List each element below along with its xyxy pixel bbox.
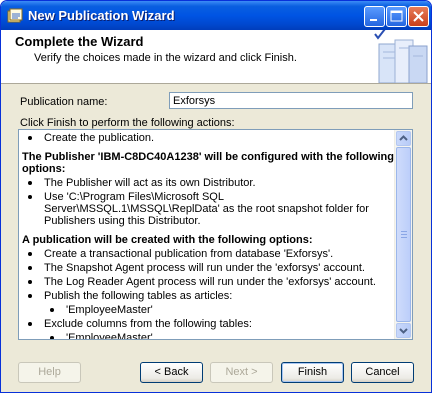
chevron-up-icon xyxy=(399,135,408,141)
minimize-icon xyxy=(370,19,377,21)
actions-section-heading: The Publisher 'IBM-C8DC40A1238' will be … xyxy=(22,151,394,175)
title-bar[interactable]: New Publication Wizard xyxy=(1,1,431,30)
actions-content: Create the publication. The Publisher 'IB… xyxy=(19,130,396,339)
action-item: 'EmployeeMaster' xyxy=(22,304,394,316)
wizard-icon[interactable] xyxy=(7,8,23,24)
action-item: Create a transactional publication from … xyxy=(22,248,394,260)
checklist-books-icon xyxy=(374,30,428,83)
help-button[interactable]: Help xyxy=(18,362,81,383)
scroll-up-button[interactable] xyxy=(396,131,411,146)
action-item: 'EmployeeMaster' xyxy=(22,332,394,339)
bullet-icon xyxy=(28,252,32,256)
next-button[interactable]: Next > xyxy=(210,362,273,383)
close-button[interactable] xyxy=(408,6,429,27)
action-text: Create the publication. xyxy=(44,132,155,144)
action-item: Create the publication. xyxy=(22,132,394,144)
action-text: Use 'C:\Program Files\Microsoft SQL Serv… xyxy=(44,191,369,227)
bullet-icon xyxy=(50,308,54,312)
action-text: The Publisher 'IBM-C8DC40A1238' will be … xyxy=(22,151,394,175)
close-icon xyxy=(413,11,424,22)
wizard-window: New Publication Wizard Complete the Wiza… xyxy=(0,0,432,393)
cancel-button[interactable]: Cancel xyxy=(351,362,414,383)
finish-button[interactable]: Finish xyxy=(281,362,344,383)
bullet-icon xyxy=(28,322,32,326)
action-item: The Publisher will act as its own Distri… xyxy=(22,177,394,189)
bullet-icon xyxy=(28,136,32,140)
page-subtitle: Verify the choices made in the wizard an… xyxy=(34,52,297,64)
window-title: New Publication Wizard xyxy=(28,8,175,23)
action-item: Publish the following tables as articles… xyxy=(22,290,394,302)
bullet-icon xyxy=(28,294,32,298)
publication-name-input[interactable] xyxy=(169,92,413,109)
chevron-down-icon xyxy=(399,328,408,334)
action-item: Exclude columns from the following table… xyxy=(22,318,394,330)
scroll-down-button[interactable] xyxy=(396,323,411,338)
actions-section-heading: A publication will be created with the f… xyxy=(22,234,394,246)
minimize-button[interactable] xyxy=(364,6,385,27)
action-text: The Log Reader Agent process will run un… xyxy=(44,276,376,288)
action-text: The Snapshot Agent process will run unde… xyxy=(44,262,365,274)
action-text: A publication will be created with the f… xyxy=(22,234,313,246)
action-text: 'EmployeeMaster' xyxy=(66,304,153,316)
action-text: Create a transactional publication from … xyxy=(44,248,334,260)
actions-label: Click Finish to perform the following ac… xyxy=(20,117,235,129)
maximize-button[interactable] xyxy=(386,6,407,27)
publication-name-label: Publication name: xyxy=(20,96,108,108)
bullet-icon xyxy=(28,181,32,185)
bullet-icon xyxy=(28,266,32,270)
maximize-icon xyxy=(390,10,403,22)
action-item: The Log Reader Agent process will run un… xyxy=(22,276,394,288)
action-text: The Publisher will act as its own Distri… xyxy=(44,177,256,189)
scroll-thumb[interactable] xyxy=(396,147,411,322)
action-text: 'EmployeeMaster' xyxy=(66,332,153,339)
bullet-icon xyxy=(50,336,54,339)
bullet-icon xyxy=(28,195,32,199)
page-title: Complete the Wizard xyxy=(15,34,144,49)
action-text: Exclude columns from the following table… xyxy=(44,318,252,330)
vertical-scrollbar[interactable] xyxy=(394,130,412,339)
bullet-icon xyxy=(28,280,32,284)
back-button[interactable]: < Back xyxy=(140,362,203,383)
action-text: Publish the following tables as articles… xyxy=(44,290,233,302)
action-item: The Snapshot Agent process will run unde… xyxy=(22,262,394,274)
action-item: Use 'C:\Program Files\Microsoft SQL Serv… xyxy=(22,191,394,227)
actions-list[interactable]: Create the publication. The Publisher 'IB… xyxy=(18,129,413,340)
wizard-header: Complete the Wizard Verify the choices m… xyxy=(1,30,431,84)
